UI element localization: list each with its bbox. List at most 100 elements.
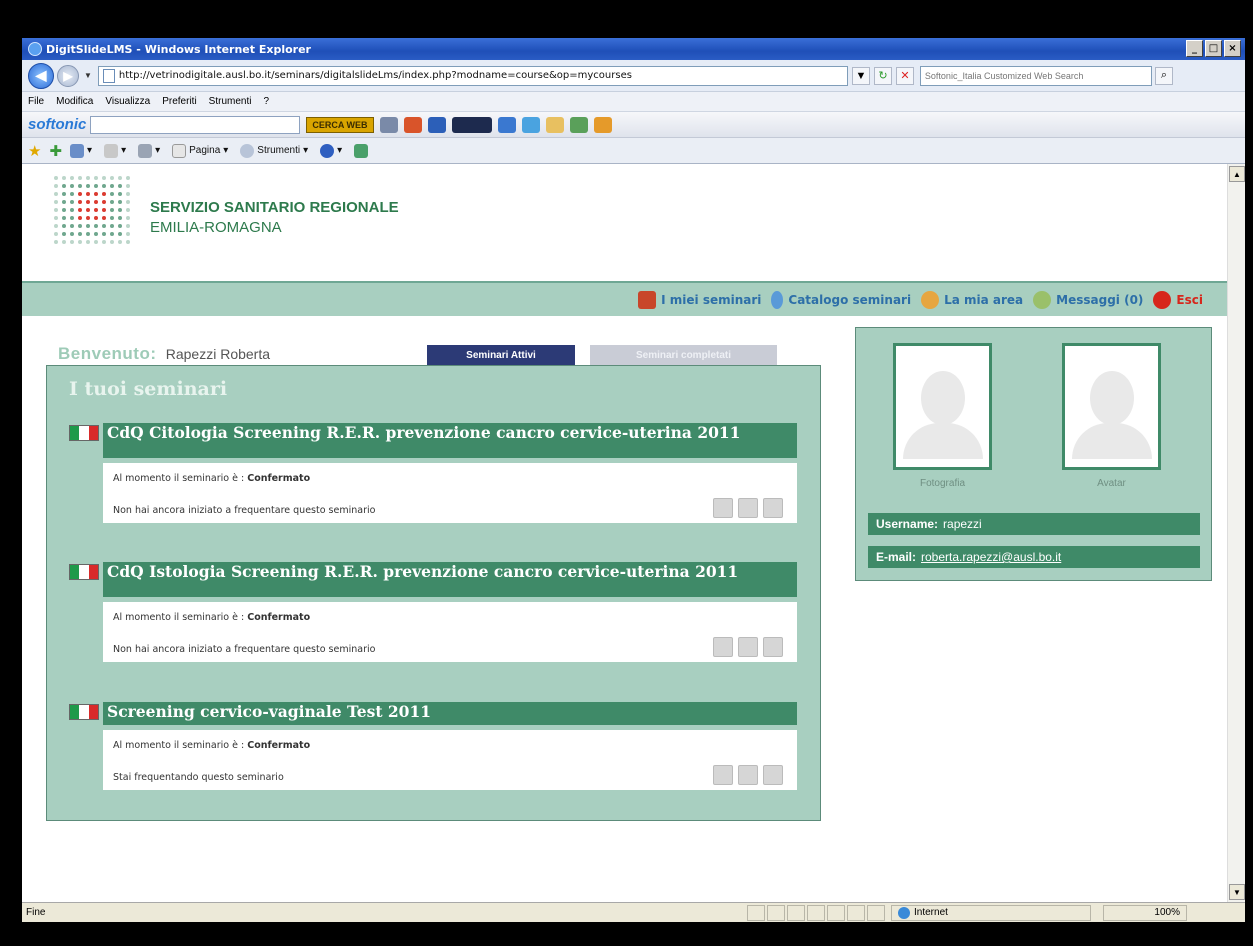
seminar-status-value: Confermato (247, 740, 311, 751)
softonic-search-input[interactable] (90, 115, 301, 134)
scroll-up-icon[interactable]: ▲ (1229, 166, 1245, 182)
page-menu[interactable]: Pagina ▾ (172, 143, 228, 158)
maximize-button[interactable]: □ (1205, 40, 1222, 57)
close-button[interactable]: × (1224, 40, 1241, 57)
seminar-status-value: Confermato (247, 473, 311, 484)
home-button[interactable]: ▾ (70, 143, 92, 158)
menu-bar: File Modifica Visualizza Preferiti Strum… (22, 92, 1245, 112)
menu-strumenti[interactable]: Strumenti (209, 96, 252, 107)
zoom-label: 100% (1154, 907, 1180, 918)
research-icon[interactable] (354, 143, 369, 158)
search-input[interactable]: Softonic_Italia Customized Web Search (919, 65, 1152, 86)
org-line-1: SERVIZIO SANITARIO REGIONALE (150, 199, 399, 216)
menu-preferiti[interactable]: Preferiti (162, 96, 196, 107)
seminar-status-label: Al momento il seminario è : (113, 740, 245, 751)
history-dropdown-icon[interactable]: ▼ (84, 71, 92, 80)
nav-exit[interactable]: Esci (1153, 290, 1203, 309)
search-icon[interactable]: ⌕ (1154, 66, 1173, 85)
report-icon[interactable] (763, 637, 783, 657)
security-zone[interactable]: Internet (891, 904, 1091, 921)
seminar-title[interactable]: CdQ Citologia Screening R.E.R. prevenzio… (103, 423, 797, 458)
print-button[interactable]: ▾ (138, 143, 160, 158)
seminar-actions (713, 498, 783, 518)
ssr-logo-icon (52, 174, 132, 250)
address-toolbar: ◀ ▶ ▼ http://vetrinodigitale.ausl.bo.it/… (22, 60, 1245, 92)
stop-icon[interactable]: ✕ (895, 66, 914, 85)
refresh-icon[interactable]: ↻ (873, 66, 892, 85)
video-icon[interactable] (427, 116, 446, 133)
nav-messages[interactable]: Messaggi (0) (1033, 290, 1143, 309)
forum-icon[interactable] (738, 498, 758, 518)
seminar-actions (713, 637, 783, 657)
tools-icon[interactable] (569, 116, 588, 133)
vertical-scrollbar[interactable]: ▲ ▼ (1227, 164, 1245, 902)
mail-icon[interactable] (545, 116, 564, 133)
tools-menu[interactable]: Strumenti ▾ (240, 143, 308, 158)
seminar-progress: Non hai ancora iniziato a frequentare qu… (113, 644, 376, 655)
enter-seminar-icon[interactable] (713, 637, 733, 657)
media-icon[interactable] (379, 116, 398, 133)
status-text: Fine (26, 907, 46, 918)
tab-active-seminars[interactable]: Seminari Attivi (427, 345, 575, 365)
address-url: http://vetrinodigitale.ausl.bo.it/semina… (118, 70, 632, 81)
seminars-panel: I tuoi seminari CdQ Citologia Screening … (46, 365, 821, 821)
seminar-header: CdQ Istologia Screening R.E.R. prevenzio… (69, 562, 797, 597)
seminar-progress: Stai frequentando questo seminario (113, 772, 284, 783)
nav-my-area-label: La mia area (944, 292, 1024, 307)
menu-help[interactable]: ? (263, 96, 269, 107)
nav-catalog[interactable]: Catalogo seminari (771, 290, 911, 309)
forward-button[interactable]: ▶ (57, 64, 79, 87)
tab-completed-seminars[interactable]: Seminari completati (590, 345, 777, 365)
exit-icon (1153, 290, 1172, 309)
options-icon[interactable] (593, 116, 612, 133)
username-label: Username: (876, 517, 939, 531)
cerca-web-button[interactable]: CERCA WEB (306, 116, 374, 133)
window-title: DigitSlideLMS - Windows Internet Explore… (46, 42, 311, 56)
menu-visualizza[interactable]: Visualizza (105, 96, 150, 107)
italian-flag-icon (69, 564, 99, 580)
report-icon[interactable] (763, 498, 783, 518)
zoom-control[interactable]: 100% (1103, 904, 1187, 921)
organization-name: SERVIZIO SANITARIO REGIONALE EMILIA-ROMA… (150, 198, 399, 238)
address-dropdown-icon[interactable]: ▼ (851, 66, 870, 85)
seminar-status: Al momento il seminario è : Confermato (113, 612, 310, 623)
user-area-icon (921, 290, 940, 309)
enter-seminar-icon[interactable] (713, 498, 733, 518)
menu-file[interactable]: File (28, 96, 44, 107)
nav-my-area[interactable]: La mia area (921, 290, 1024, 309)
seminar-status-value: Confermato (247, 612, 311, 623)
enter-seminar-icon[interactable] (713, 765, 733, 785)
forum-icon[interactable] (738, 637, 758, 657)
softonic-logo[interactable]: softonic (28, 116, 86, 133)
report-icon[interactable] (763, 765, 783, 785)
title-bar: DigitSlideLMS - Windows Internet Explore… (22, 38, 1245, 60)
favorites-star-icon[interactable]: ★ (28, 142, 41, 160)
seminar-title[interactable]: CdQ Istologia Screening R.E.R. prevenzio… (103, 562, 797, 597)
feeds-button[interactable]: ▾ (104, 143, 126, 158)
nav-my-seminars[interactable]: I miei seminari (638, 290, 762, 309)
user-silhouette-icon (1071, 355, 1152, 459)
seminar-progress: Non hai ancora iniziato a frequentare qu… (113, 505, 376, 516)
username-value: rapezzi (943, 517, 982, 531)
italian-flag-icon (69, 425, 99, 441)
photo-label: Fotografia (919, 478, 966, 489)
menu-modifica[interactable]: Modifica (56, 96, 93, 107)
player-icon[interactable] (451, 116, 492, 133)
minimize-button[interactable]: _ (1186, 40, 1203, 57)
address-buttons: ▼ ↻ ✕ (851, 66, 914, 85)
games-icon[interactable] (403, 116, 422, 133)
help-button[interactable]: ▾ (320, 143, 342, 158)
email-link[interactable]: roberta.rapezzi@ausl.bo.it (921, 550, 1061, 564)
weather-icon[interactable] (521, 116, 540, 133)
rss-icon[interactable] (497, 116, 516, 133)
nav-my-seminars-label: I miei seminari (661, 292, 762, 307)
profile-avatar[interactable] (1062, 343, 1161, 470)
address-bar[interactable]: http://vetrinodigitale.ausl.bo.it/semina… (97, 65, 848, 86)
softonic-toolbar: softonic CERCA WEB (22, 112, 1245, 138)
back-button[interactable]: ◀ (28, 62, 54, 89)
profile-photo[interactable] (893, 343, 992, 470)
forum-icon[interactable] (738, 765, 758, 785)
add-favorites-icon[interactable]: ✚ (49, 142, 62, 160)
seminar-title[interactable]: Screening cervico-vaginale Test 2011 (103, 702, 797, 725)
scroll-down-icon[interactable]: ▼ (1229, 884, 1245, 900)
